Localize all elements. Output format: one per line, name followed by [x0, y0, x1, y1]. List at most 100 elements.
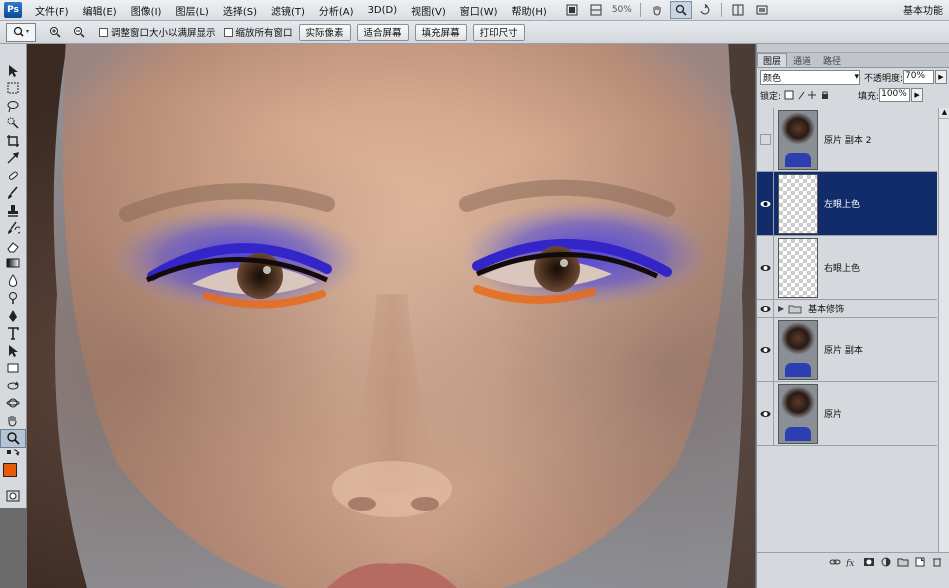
type-tool[interactable]	[1, 325, 25, 343]
blur-tool[interactable]	[1, 272, 25, 290]
menu-file[interactable]: 文件(F)	[28, 3, 76, 18]
zoom-level[interactable]: 50%	[608, 5, 636, 15]
menu-3d[interactable]: 3D(D)	[361, 5, 405, 16]
gradient-icon	[6, 258, 20, 268]
crop-icon	[7, 134, 19, 147]
scroll-up-arrow[interactable]: ▲	[939, 108, 949, 119]
new-layer-button[interactable]	[913, 556, 927, 568]
tab-channels[interactable]: 通道	[787, 53, 817, 67]
layer-row[interactable]: 右眼上色	[757, 236, 937, 300]
chevron-down-icon: ▾	[854, 72, 859, 82]
layer-style-button[interactable]: fx	[845, 556, 859, 568]
tool-preset-picker[interactable]	[6, 22, 36, 42]
menu-layer[interactable]: 图层(L)	[168, 3, 215, 18]
marquee-tool[interactable]	[1, 80, 25, 98]
eyedropper-tool[interactable]	[1, 150, 25, 168]
zoom-tool-button[interactable]	[669, 1, 692, 19]
quick-mask-button[interactable]	[1, 487, 25, 505]
opacity-slider-button[interactable]: ▶	[935, 70, 947, 84]
foreground-color-swatch[interactable]	[3, 463, 17, 477]
layer-group-row[interactable]: ▶ 基本修饰	[757, 300, 937, 318]
healing-brush-tool[interactable]	[1, 167, 25, 185]
rotate-view-button[interactable]	[694, 1, 716, 19]
add-mask-button[interactable]	[862, 556, 876, 568]
menu-image[interactable]: 图像(I)	[124, 3, 169, 18]
3d-rotate-tool[interactable]	[1, 377, 25, 395]
crop-tool[interactable]	[1, 132, 25, 150]
path-selection-tool[interactable]	[1, 342, 25, 360]
photoshop-logo: Ps	[4, 2, 22, 18]
zoom-out-button[interactable]	[68, 23, 90, 41]
pen-tool[interactable]	[1, 307, 25, 325]
delete-layer-button[interactable]	[930, 556, 944, 568]
actual-pixels-button[interactable]: 实际像素	[298, 23, 351, 41]
lasso-icon	[7, 100, 19, 112]
resize-windows-checkbox[interactable]: 调整窗口大小以满屏显示	[99, 25, 216, 39]
menu-filter[interactable]: 滤镜(T)	[264, 3, 312, 18]
3d-orbit-tool[interactable]	[1, 395, 25, 413]
view-extras-button[interactable]	[585, 1, 607, 19]
document-canvas[interactable]	[27, 44, 755, 588]
menu-help[interactable]: 帮助(H)	[505, 3, 554, 18]
visibility-toggle[interactable]	[757, 300, 774, 317]
clone-stamp-tool[interactable]	[1, 202, 25, 220]
menu-analysis[interactable]: 分析(A)	[312, 3, 361, 18]
fill-screen-button[interactable]: 填充屏幕	[414, 23, 467, 41]
lock-options-icon[interactable]	[784, 90, 844, 100]
blend-mode-select[interactable]: 颜色 ▾	[760, 69, 860, 85]
hand-tool-button[interactable]	[646, 1, 668, 19]
hand-tool[interactable]	[1, 412, 25, 430]
layer-row[interactable]: 原片 副本	[757, 318, 937, 382]
visibility-toggle[interactable]	[757, 172, 774, 235]
screen-mode-button[interactable]	[751, 1, 773, 19]
layer-name: 基本修饰	[808, 305, 845, 315]
layers-scrollbar[interactable]: ▲	[938, 108, 949, 552]
lasso-tool[interactable]	[1, 97, 25, 115]
trash-icon	[933, 558, 941, 566]
menu-edit[interactable]: 编辑(E)	[76, 3, 124, 18]
layer-row[interactable]: 原片	[757, 382, 937, 446]
expand-arrow-icon[interactable]: ▶	[778, 304, 784, 313]
visibility-toggle[interactable]	[757, 236, 774, 299]
menu-window[interactable]: 窗口(W)	[453, 3, 505, 18]
eraser-tool[interactable]	[1, 237, 25, 255]
new-group-button[interactable]	[896, 556, 910, 568]
shape-tool[interactable]	[1, 360, 25, 378]
dodge-tool[interactable]	[1, 290, 25, 308]
zoom-all-windows-checkbox[interactable]: 缩放所有窗口	[223, 25, 293, 39]
workspace-switcher[interactable]: 基本功能	[903, 2, 943, 17]
menu-view[interactable]: 视图(V)	[404, 3, 453, 18]
move-tool[interactable]	[1, 62, 25, 80]
zoom-in-button[interactable]	[44, 23, 66, 41]
fill-input[interactable]: 100%	[879, 88, 911, 102]
rotate-icon	[700, 4, 710, 15]
gradient-tool[interactable]	[1, 255, 25, 273]
visibility-toggle[interactable]	[757, 108, 774, 171]
link-layers-button[interactable]	[828, 556, 842, 568]
history-brush-tool[interactable]	[1, 220, 25, 238]
magnifier-icon	[7, 432, 20, 445]
layer-row[interactable]: 原片 副本 2	[757, 108, 937, 172]
3d-rotate-icon	[7, 381, 19, 390]
eyedropper-icon	[7, 152, 19, 164]
fit-screen-button[interactable]: 适合屏幕	[356, 23, 409, 41]
folder-icon	[788, 305, 802, 313]
tab-layers[interactable]: 图层	[757, 53, 788, 67]
visibility-toggle[interactable]	[757, 382, 774, 445]
zoom-tool[interactable]	[0, 428, 26, 448]
quick-selection-tool[interactable]	[1, 115, 25, 133]
brush-tool[interactable]	[1, 185, 25, 203]
print-size-button[interactable]: 打印尺寸	[472, 23, 525, 41]
menu-select[interactable]: 选择(S)	[216, 3, 264, 18]
magnifier-icon	[13, 26, 29, 37]
arrange-documents-button[interactable]	[727, 1, 749, 19]
swap-colors-button[interactable]	[1, 447, 25, 459]
3d-orbit-icon	[6, 398, 20, 408]
launch-bridge-button[interactable]	[561, 1, 583, 19]
visibility-toggle[interactable]	[757, 318, 774, 381]
tab-paths[interactable]: 路径	[817, 53, 847, 67]
layer-row[interactable]: 左眼上色	[757, 172, 937, 236]
adjustment-layer-button[interactable]	[879, 556, 893, 568]
fill-slider-button[interactable]: ▶	[911, 88, 924, 102]
opacity-input[interactable]: 70%	[903, 70, 934, 84]
